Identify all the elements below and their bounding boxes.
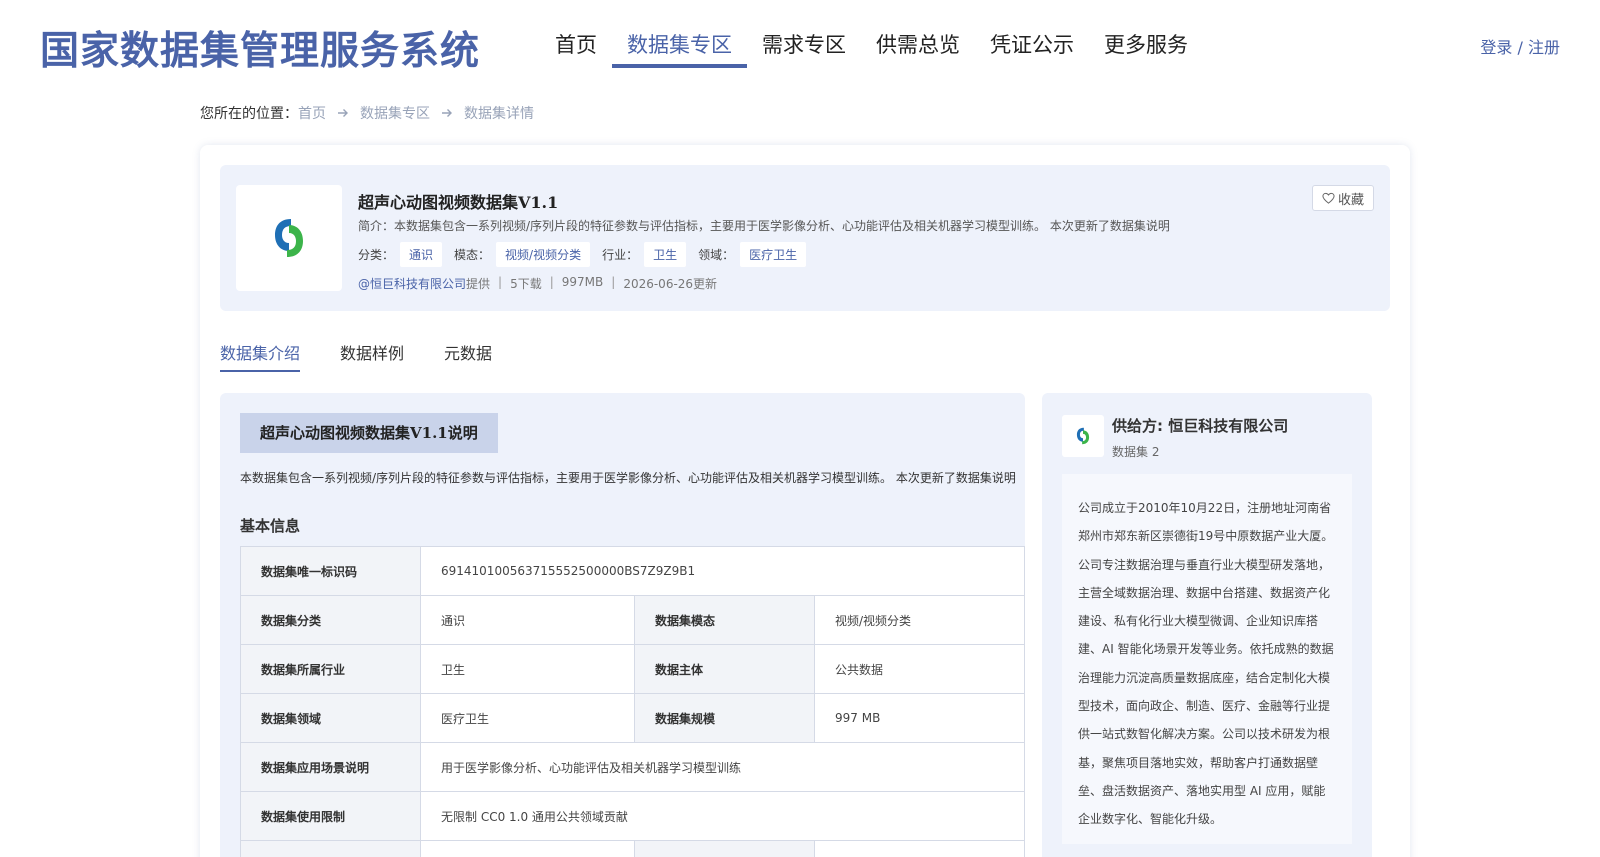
tag-label-industry: 行业：: [602, 248, 639, 262]
table-value: [814, 840, 1025, 857]
table-value: 用于医学影像分析、心功能评估及相关机器学习模型训练: [420, 742, 1025, 792]
tag-label-field: 领域：: [698, 248, 735, 262]
dataset-summary: 超声心动图视频数据集V1.1 简介：本数据集包含一系列视频/序列片段的特征参数与…: [220, 165, 1390, 311]
table-row: 数据集使用限制 无限制 CC0 1.0 通用公共领域贡献: [240, 791, 1025, 841]
meta-separator: |: [498, 275, 503, 289]
tag-label-modality: 模态：: [454, 248, 491, 262]
table-value: 视频/视频分类: [814, 595, 1025, 645]
table-key: 数据集规模: [634, 693, 815, 743]
tab-introduction[interactable]: 数据集介绍: [220, 340, 301, 372]
favorite-button[interactable]: 收藏: [1312, 185, 1374, 211]
dataset-intro: 简介：本数据集包含一系列视频/序列片段的特征参数与评估指标，主要用于医学影像分析…: [358, 219, 1170, 233]
table-key: 数据集所属行业: [240, 644, 421, 694]
top-header: 国家数据集管理服务系统 首页 数据集专区 需求专区 供需总览 凭证公示 更多服务…: [0, 0, 1600, 82]
dataset-size: 997MB: [561, 275, 604, 289]
provided-suffix: 提供: [466, 277, 491, 291]
provider-dataset-count: 数据集 2: [1112, 445, 1160, 459]
description-text: 本数据集包含一系列视频/序列片段的特征参数与评估指标，主要用于医学影像分析、心功…: [240, 471, 1016, 485]
provider-link[interactable]: @恒巨科技有限公司: [358, 275, 466, 292]
table-value: 691410100563715552500000BS7Z9Z9B1: [420, 546, 1025, 596]
download-count: 5下载: [510, 277, 542, 291]
table-key: [240, 840, 421, 857]
detail-tabs: 数据集介绍 数据样例 元数据: [220, 340, 532, 372]
update-date: 2026-06-26更新: [623, 277, 718, 291]
breadcrumb-label: 您所在的位置：: [200, 106, 298, 122]
tag-industry[interactable]: 卫生: [644, 242, 687, 267]
nav-item-datasets[interactable]: 数据集专区: [612, 0, 747, 68]
table-value: 公共数据: [814, 644, 1025, 694]
table-key: 数据集分类: [240, 595, 421, 645]
table-key: 数据集唯一标识码: [240, 546, 421, 596]
breadcrumb: 您所在的位置： 首页 数据集专区 数据集详情: [200, 103, 534, 123]
meta-separator: |: [549, 275, 554, 289]
table-key: 数据集应用场景说明: [240, 742, 421, 792]
main-nav: 首页 数据集专区 需求专区 供需总览 凭证公示 更多服务: [540, 0, 1203, 68]
provider-panel: 供给方: 恒巨科技有限公司 数据集 2 公司成立于2010年10月22日，注册地…: [1042, 393, 1372, 857]
provider-logo-icon: [1062, 415, 1104, 457]
tag-modality[interactable]: 视频/视频分类: [496, 242, 591, 267]
table-row: [240, 840, 1025, 857]
arrow-right-icon: [336, 106, 350, 120]
tag-category[interactable]: 通识: [400, 242, 443, 267]
breadcrumb-home[interactable]: 首页: [298, 103, 326, 123]
nav-item-more[interactable]: 更多服务: [1089, 0, 1203, 68]
nav-item-home[interactable]: 首页: [540, 0, 612, 68]
dataset-tags: 分类： 通识 模态： 视频/视频分类 行业： 卫生 领域： 医疗卫生: [358, 242, 818, 267]
table-row: 数据集应用场景说明 用于医学影像分析、心功能评估及相关机器学习模型训练: [240, 742, 1025, 792]
table-value: [420, 840, 635, 857]
table-value: 997 MB: [814, 693, 1025, 743]
site-logo[interactable]: 国家数据集管理服务系统: [40, 20, 480, 76]
basic-info-table: 数据集唯一标识码 691410100563715552500000BS7Z9Z9…: [240, 546, 1025, 857]
dataset-meta: @恒巨科技有限公司 提供 | 5下载 | 997MB | 2026-06-26更…: [358, 275, 717, 292]
table-key: 数据集模态: [634, 595, 815, 645]
arrow-right-icon: [440, 106, 454, 120]
table-row: 数据集所属行业 卫生 数据主体 公共数据: [240, 644, 1025, 694]
meta-separator: |: [611, 275, 616, 289]
description-heading: 超声心动图视频数据集V1.1说明: [240, 413, 498, 453]
nav-item-demands[interactable]: 需求专区: [747, 0, 861, 68]
tag-label-category: 分类：: [358, 248, 395, 262]
tab-samples[interactable]: 数据样例: [340, 340, 404, 372]
provider-name[interactable]: 供给方: 恒巨科技有限公司: [1112, 415, 1288, 436]
table-value: 通识: [420, 595, 635, 645]
table-value: 无限制 CC0 1.0 通用公共领域贡献: [420, 791, 1025, 841]
table-key: 数据集领域: [240, 693, 421, 743]
dataset-title: 超声心动图视频数据集V1.1: [358, 193, 559, 212]
breadcrumb-current: 数据集详情: [464, 106, 534, 122]
table-row: 数据集分类 通识 数据集模态 视频/视频分类: [240, 595, 1025, 645]
table-value: 医疗卫生: [420, 693, 635, 743]
provider-logo-icon: [236, 185, 342, 291]
table-row: 数据集唯一标识码 691410100563715552500000BS7Z9Z9…: [240, 546, 1025, 596]
heart-icon: [1322, 192, 1335, 204]
table-row: 数据集领域 医疗卫生 数据集规模 997 MB: [240, 693, 1025, 743]
tab-metadata[interactable]: 元数据: [444, 340, 492, 372]
basic-info-title: 基本信息: [240, 517, 301, 535]
table-key: [634, 840, 815, 857]
favorite-label: 收藏: [1337, 192, 1364, 208]
provider-description: 公司成立于2010年10月22日，注册地址河南省郑州市郑东新区崇德街19号中原数…: [1062, 474, 1352, 844]
nav-item-certificates[interactable]: 凭证公示: [975, 0, 1089, 68]
breadcrumb-datasets[interactable]: 数据集专区: [360, 103, 430, 123]
table-key: 数据集使用限制: [240, 791, 421, 841]
introduction-panel: 超声心动图视频数据集V1.1说明 本数据集包含一系列视频/序列片段的特征参数与评…: [220, 393, 1025, 857]
table-value: 卫生: [420, 644, 635, 694]
nav-item-overview[interactable]: 供需总览: [861, 0, 975, 68]
tag-field[interactable]: 医疗卫生: [740, 242, 807, 267]
table-key: 数据主体: [634, 644, 815, 694]
login-register-link[interactable]: 登录 / 注册: [1480, 34, 1560, 58]
dataset-detail-card: 超声心动图视频数据集V1.1 简介：本数据集包含一系列视频/序列片段的特征参数与…: [200, 145, 1410, 857]
